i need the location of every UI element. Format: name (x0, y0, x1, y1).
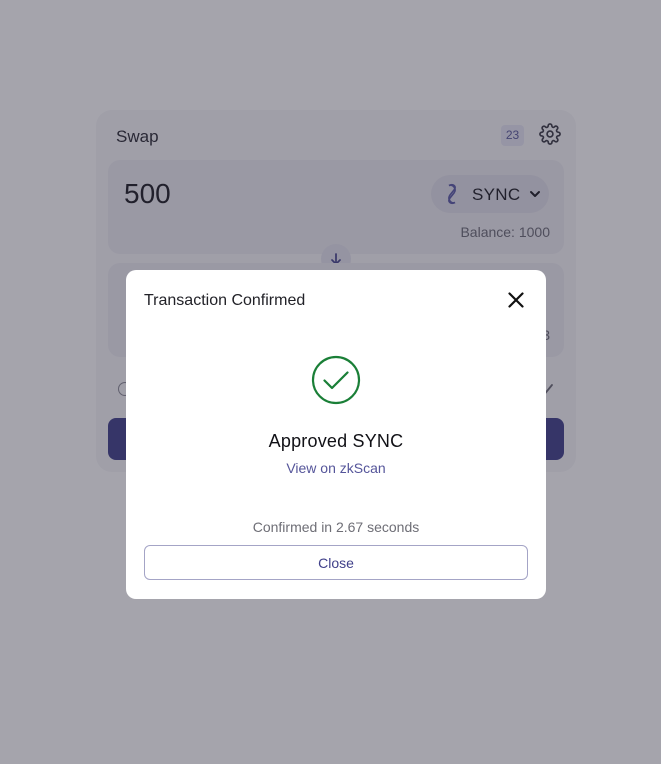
status-headline: Approved SYNC (268, 431, 404, 451)
check-circle-icon (311, 355, 361, 405)
close-icon[interactable] (506, 290, 526, 310)
transaction-confirmed-dialog: Transaction Confirmed Approved SYNC View… (126, 270, 546, 599)
dialog-title: Transaction Confirmed (144, 292, 306, 309)
close-button[interactable]: Close (144, 545, 528, 580)
view-on-zkscan-link[interactable]: View on zkScan (126, 460, 546, 476)
confirmation-time: Confirmed in 2.67 seconds (252, 519, 420, 535)
